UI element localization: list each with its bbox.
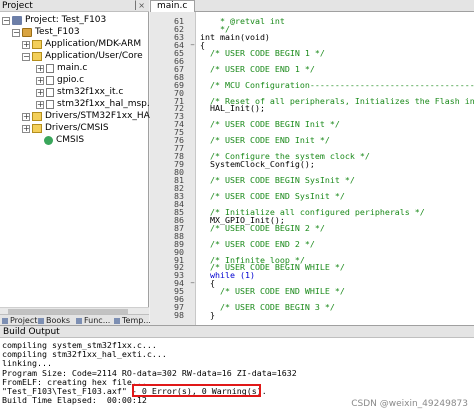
- tree-item[interactable]: − Project: Test_F103: [2, 15, 106, 26]
- build-output-header: Build Output: [0, 326, 474, 338]
- folder-icon: [32, 52, 42, 61]
- tree-item[interactable]: + stm32f1xx_it.c: [36, 87, 123, 98]
- file-icon: [46, 76, 54, 85]
- gem-icon: [44, 136, 53, 145]
- tree-item-label: Test_F103: [35, 27, 80, 37]
- tree-item[interactable]: + main.c: [36, 63, 87, 74]
- tree-item[interactable]: + Drivers/CMSIS: [22, 123, 109, 134]
- panel-tab-bar: Project Books Func... Temp...: [0, 314, 151, 325]
- watermark: CSDN @weixin_49249873: [351, 399, 468, 409]
- file-icon: [46, 100, 54, 109]
- expand-icon[interactable]: +: [36, 88, 44, 97]
- expand-icon[interactable]: +: [36, 64, 44, 73]
- target-icon: [22, 28, 32, 37]
- build-output-panel: Build Output compiling system_stm32f1xx.…: [0, 325, 474, 413]
- tree-item-label: stm32f1xx_it.c: [57, 87, 124, 97]
- project-icon: [12, 16, 22, 25]
- project-panel: Project ▕ × − Project: Test_F103− Test_F10…: [0, 0, 183, 325]
- project-panel-title: Project: [2, 1, 33, 11]
- error-summary-highlight: [132, 384, 261, 397]
- tree-item[interactable]: + stm32f1xx_hal_msp.c: [36, 99, 155, 110]
- panel-tab-label: Temp...: [122, 316, 151, 325]
- tree-item-label: Drivers/CMSIS: [45, 123, 109, 133]
- tree-item[interactable]: + gpio.c: [36, 75, 84, 86]
- panel-tab-label: Books: [46, 316, 71, 325]
- tree-item-label: gpio.c: [57, 75, 85, 85]
- panel-tab-icon: [76, 317, 82, 324]
- panel-tab-icon: [2, 317, 8, 324]
- tree-item-label: Project: Test_F103: [25, 15, 107, 25]
- collapse-icon[interactable]: −: [12, 28, 20, 37]
- expand-icon[interactable]: +: [22, 124, 30, 133]
- project-panel-header: Project ▕ ×: [0, 0, 149, 12]
- pin-close-icon[interactable]: ▕ ×: [130, 0, 145, 12]
- code-line: 98 }: [150, 310, 474, 321]
- line-number: 98: [174, 310, 184, 321]
- code-editor[interactable]: 61 * @retval int 62 */63 int main(void) 64−…: [150, 12, 474, 325]
- panel-tab-icon: [38, 317, 44, 324]
- expand-icon[interactable]: +: [22, 112, 30, 121]
- folder-icon: [32, 112, 42, 121]
- tree-item[interactable]: CMSIS: [32, 135, 84, 146]
- tree-item[interactable]: − Test_F103: [12, 27, 80, 38]
- tree-item-label: Application/User/Core: [45, 51, 143, 61]
- build-output-title: Build Output: [3, 327, 60, 337]
- collapse-icon[interactable]: −: [22, 52, 30, 61]
- tree-item-label: main.c: [57, 63, 88, 73]
- file-icon: [46, 64, 54, 73]
- expand-icon[interactable]: +: [22, 40, 30, 49]
- panel-tab-icon: [114, 317, 120, 324]
- panel-tab-label: Project: [10, 316, 38, 325]
- expand-icon[interactable]: +: [36, 100, 44, 109]
- tab-main-c[interactable]: main.c: [150, 0, 195, 12]
- tree-item-label: Application/MDK-ARM: [45, 39, 142, 49]
- code-text: }: [200, 310, 215, 321]
- tree-item-label: CMSIS: [56, 135, 85, 145]
- editor-tab-bar: [150, 0, 474, 12]
- folder-icon: [32, 40, 42, 49]
- file-icon: [46, 88, 54, 97]
- tree-item-label: stm32f1xx_hal_msp.c: [57, 99, 155, 109]
- tree-item[interactable]: + Application/MDK-ARM: [22, 39, 141, 50]
- panel-tab-label: Func...: [84, 316, 111, 325]
- folder-icon: [32, 124, 42, 133]
- build-output-line: Build Time Elapsed: 00:00:12: [2, 395, 147, 406]
- collapse-icon[interactable]: −: [2, 16, 10, 25]
- expand-icon[interactable]: +: [36, 76, 44, 85]
- tab-label: main.c: [157, 1, 188, 11]
- tree-item[interactable]: − Application/User/Core: [22, 51, 143, 62]
